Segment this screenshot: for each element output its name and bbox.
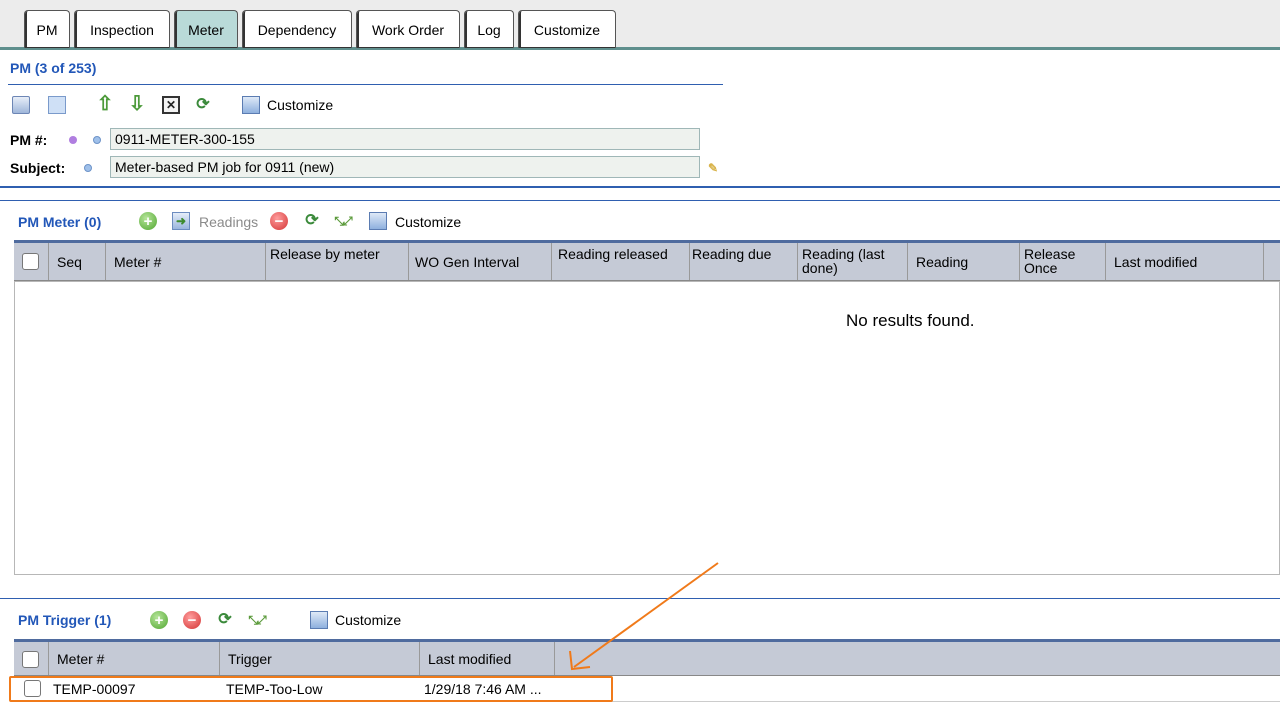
tab-bar: PM Inspection Meter Dependency Work Orde…	[0, 0, 1280, 50]
tab-log[interactable]: Log	[464, 10, 514, 48]
column-header[interactable]: Seq	[49, 243, 106, 280]
column-header[interactable]: WO Gen Interval	[409, 243, 552, 280]
annotation-arrow-icon	[569, 562, 719, 671]
select-all-checkbox[interactable]	[22, 651, 39, 668]
pm-title: PM (3 of 253)	[10, 60, 97, 76]
move-down-icon[interactable]: ⇩	[128, 93, 146, 115]
tab-work-order[interactable]: Work Order	[356, 10, 460, 48]
expand-icon[interactable]: ⤡⤢	[334, 212, 352, 230]
column-header[interactable]: Reading	[908, 243, 1020, 280]
tab-label: Inspection	[90, 21, 154, 38]
subject-field[interactable]: Meter-based PM job for 0911 (new)	[110, 156, 700, 178]
edit-icon[interactable]	[12, 96, 30, 114]
tab-label: Customize	[533, 21, 601, 38]
column-header[interactable]: Trigger	[220, 642, 420, 675]
tab-label: Work Order	[371, 21, 445, 38]
customize-button[interactable]: Customize	[395, 214, 461, 230]
refresh-icon[interactable]: ⟳	[194, 95, 212, 113]
tab-dependency[interactable]: Dependency	[242, 10, 352, 48]
column-header[interactable]: Release Once	[1020, 243, 1106, 280]
pm-number-field[interactable]: 0911-METER-300-155	[110, 128, 700, 150]
empty-message: No results found.	[846, 311, 975, 330]
pencil-icon[interactable]: ✎	[704, 159, 722, 177]
remove-icon[interactable]: −	[270, 212, 288, 230]
section-divider	[0, 186, 1280, 188]
column-header[interactable]: Release by meter	[266, 243, 409, 280]
tab-label: Dependency	[257, 21, 337, 38]
move-up-icon[interactable]: ⇧	[96, 93, 114, 115]
column-header[interactable]: Meter #	[49, 642, 220, 675]
delete-icon[interactable]: ✕	[162, 96, 180, 114]
info-icon	[84, 164, 92, 172]
copy-icon[interactable]	[48, 96, 66, 114]
required-indicator-icon	[69, 136, 77, 144]
tab-label: Log	[477, 21, 501, 38]
select-all-checkbox[interactable]	[22, 253, 39, 270]
add-icon[interactable]: +	[150, 611, 168, 629]
tab-meter[interactable]: Meter	[174, 10, 238, 48]
column-header[interactable]: Last modified	[420, 642, 555, 675]
subject-label: Subject:	[10, 160, 66, 176]
tab-inspection[interactable]: Inspection	[74, 10, 170, 48]
pm-trigger-title: PM Trigger (1)	[18, 612, 112, 628]
pm-number-label: PM #:	[10, 132, 48, 148]
readings-icon[interactable]: ➜	[172, 212, 190, 230]
pm-divider	[8, 84, 723, 85]
tab-pm[interactable]: PM	[24, 10, 70, 48]
section-divider	[0, 200, 1280, 201]
tab-label: Meter	[188, 21, 224, 38]
remove-icon[interactable]: −	[183, 611, 201, 629]
column-header[interactable]: Reading released	[552, 243, 690, 280]
column-header[interactable]: Last modified	[1106, 243, 1264, 280]
customize-icon[interactable]	[369, 212, 387, 230]
pm-meter-grid-body	[14, 281, 1280, 575]
select-all-cell	[14, 243, 49, 280]
tab-customize[interactable]: Customize	[518, 10, 616, 48]
customize-button[interactable]: Customize	[335, 612, 401, 628]
tab-label: PM	[36, 21, 58, 38]
readings-button[interactable]: Readings	[199, 214, 258, 230]
pm-meter-grid-header: Seq Meter # Release by meter WO Gen Inte…	[14, 240, 1280, 281]
add-icon[interactable]: +	[139, 212, 157, 230]
column-header[interactable]: Reading due	[690, 243, 798, 280]
pm-meter-title: PM Meter (0)	[18, 214, 102, 230]
refresh-icon[interactable]: ⟳	[303, 211, 321, 229]
customize-icon[interactable]	[242, 96, 260, 114]
info-icon	[93, 136, 101, 144]
customize-icon[interactable]	[310, 611, 328, 629]
column-header[interactable]: Reading (last done)	[798, 243, 908, 280]
highlight-box	[9, 676, 613, 702]
expand-icon[interactable]: ⤡⤢	[248, 611, 266, 629]
select-all-cell	[14, 642, 49, 675]
customize-button[interactable]: Customize	[267, 97, 333, 113]
column-header[interactable]: Meter #	[106, 243, 266, 280]
refresh-icon[interactable]: ⟳	[216, 610, 234, 628]
